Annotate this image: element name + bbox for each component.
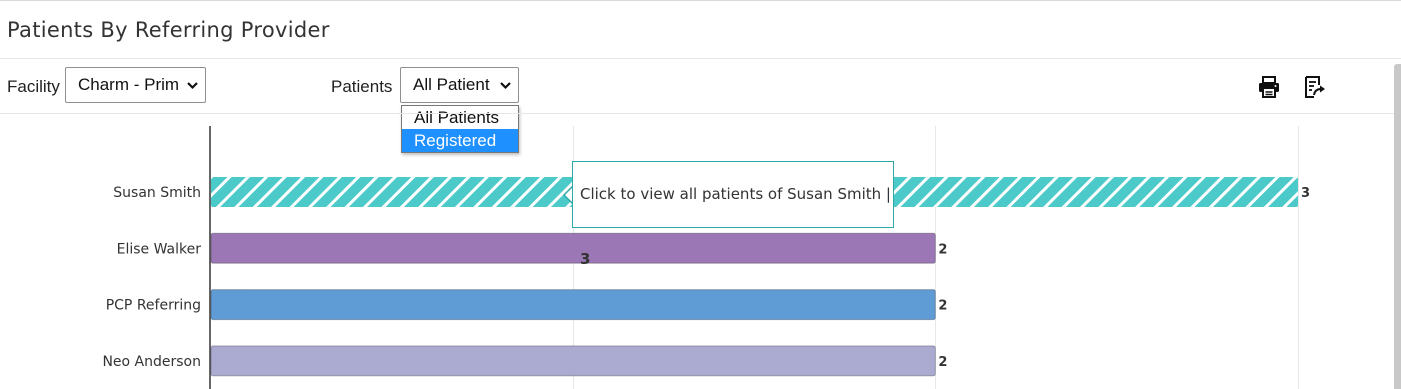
category-label: PCP Referring bbox=[106, 298, 201, 314]
vertical-scrollbar[interactable] bbox=[1394, 64, 1401, 389]
bar-elise-walker[interactable] bbox=[210, 232, 936, 264]
tooltip-value: 3 bbox=[580, 250, 591, 268]
category-label: Susan Smith bbox=[113, 185, 201, 201]
value-label: 3 bbox=[1301, 186, 1310, 201]
bar-tooltip: Click to view all patients of Susan Smit… bbox=[572, 161, 894, 268]
category-label: Elise Walker bbox=[117, 241, 202, 257]
category-label: Neo Anderson bbox=[102, 354, 201, 370]
tooltip-text: Click to view all patients of Susan Smit… bbox=[580, 185, 891, 203]
bar-neo-anderson[interactable] bbox=[210, 345, 936, 377]
value-label: 2 bbox=[938, 242, 947, 257]
value-label: 2 bbox=[938, 299, 947, 314]
bar-pcp-referring[interactable] bbox=[210, 289, 936, 321]
value-label: 2 bbox=[938, 355, 947, 370]
